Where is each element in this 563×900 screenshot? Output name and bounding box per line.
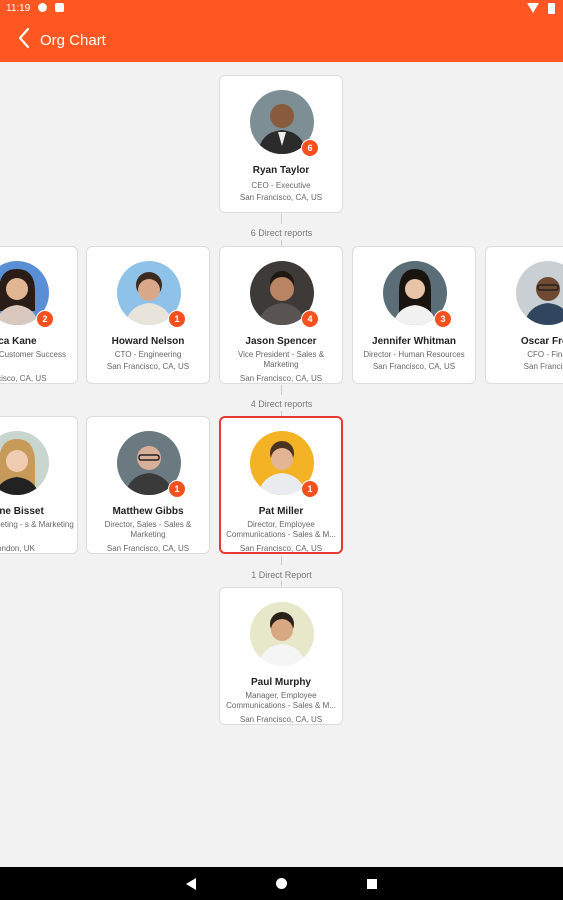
employee-card[interactable]: Paul Murphy Manager, Employee Communicat… [219,587,343,725]
direct-reports-label: 6 Direct reports [250,228,313,238]
nav-home-icon[interactable] [276,878,287,889]
employee-role: esident - Customer Success [0,350,67,359]
employee-card[interactable]: eline Bisset roduct Marketing - s & Mark… [0,416,78,554]
back-button[interactable] [11,24,39,52]
employee-name: Matthew Gibbs [112,506,184,517]
employee-location: San Francisc [523,362,563,371]
employee-name: Pat Miller [258,506,304,517]
employee-location: San Francisco, CA, US [239,544,323,553]
connector-line [281,385,282,395]
system-nav-bar [0,867,563,900]
status-time: 11:19 [6,3,31,14]
connector-line [281,581,282,586]
employee-role: Director - Human Resources [363,350,465,359]
employee-location: San Francisco, CA, US [106,362,190,371]
employee-card-ceo[interactable]: 6 Ryan Taylor CEO - Executive San Franci… [219,75,343,213]
page-title: Org Chart [40,32,106,49]
employee-card-selected[interactable]: 1 Pat Miller Director, Employee Communic… [219,416,343,554]
employee-location: San Francisco, CA, US [239,374,323,383]
employee-location: ondon, UK [0,544,35,553]
reports-count-badge: 1 [168,310,186,328]
employee-name: Jason Spencer [245,336,317,347]
reports-count-badge: 6 [301,139,319,157]
reports-count-badge: 1 [168,480,186,498]
reports-count-badge: 4 [301,310,319,328]
employee-name: Howard Nelson [111,336,185,347]
employee-role: CEO - Executive [251,181,311,190]
employee-role: CFO - Fina [527,350,563,359]
employee-card[interactable]: Oscar Free CFO - Fina San Francisc [485,246,563,384]
employee-location: San Francisco, CA, US [106,544,190,553]
employee-card[interactable]: 3 Jennifer Whitman Director - Human Reso… [352,246,476,384]
org-chart: 6 Ryan Taylor CEO - Executive San Franci… [0,62,563,867]
battery-icon [548,3,555,14]
employee-location: San Francisco, CA, US [239,715,323,724]
employee-location: San Francisco, CA, US [372,362,456,371]
employee-card[interactable]: 1 Matthew Gibbs Director, Sales - Sales … [86,416,210,554]
wifi-icon [527,3,539,13]
employee-role: CTO - Engineering [114,350,182,359]
employee-name: ica Kane [0,336,37,347]
employee-name: Oscar Free [520,336,563,347]
employee-role: roduct Marketing - s & Marketing [0,520,74,529]
employee-name: Paul Murphy [250,677,311,688]
reports-count-badge: 2 [36,310,54,328]
employee-location: San Francisco, CA, US [239,193,323,202]
employee-role: Vice President - Sales & Marketing [237,350,325,369]
employee-card[interactable]: 2 ica Kane esident - Customer Success ra… [0,246,78,384]
connector-line [281,214,282,224]
reports-count-badge: 3 [434,310,452,328]
sd-card-icon [55,3,64,12]
avatar [516,261,563,325]
employee-role: Director, Sales - Sales & Marketing [104,520,192,539]
reports-count-badge: 1 [301,480,319,498]
direct-reports-label: 1 Direct Report [251,570,312,580]
avatar [0,431,49,495]
employee-name: eline Bisset [0,506,44,517]
app-bar: Org Chart [0,17,563,62]
notification-icon [38,3,47,12]
avatar [250,602,314,666]
direct-reports-label: 4 Direct reports [250,399,313,409]
employee-role: Director, Employee Communications - Sale… [226,520,336,539]
connector-line [281,556,282,565]
employee-card[interactable]: 4 Jason Spencer Vice President - Sales &… [219,246,343,384]
employee-location: rancisco, CA, US [0,374,47,383]
nav-back-icon[interactable] [186,878,196,890]
arrow-left-icon [18,27,30,49]
employee-name: Ryan Taylor [252,165,310,176]
status-bar: 11:19 [0,0,563,17]
employee-name: Jennifer Whitman [372,336,456,347]
nav-recents-icon[interactable] [367,879,377,889]
employee-role: Manager, Employee Communications - Sales… [226,691,336,710]
employee-card[interactable]: 1 Howard Nelson CTO - Engineering San Fr… [86,246,210,384]
